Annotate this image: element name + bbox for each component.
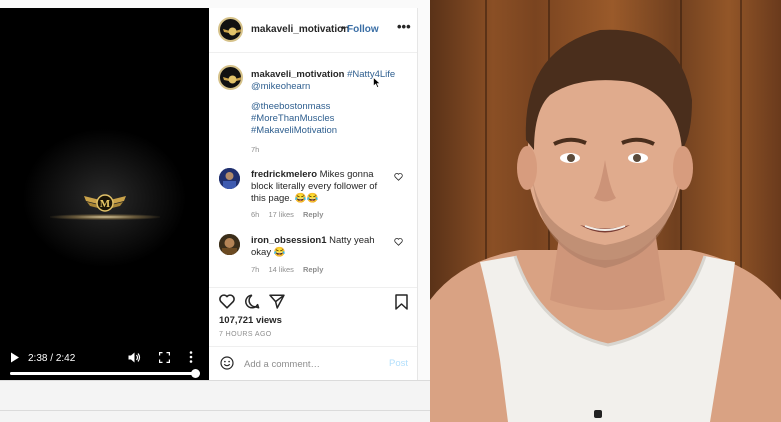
mention-link[interactable]: @mikeohearn <box>251 81 310 92</box>
comment-avatar[interactable] <box>219 234 240 255</box>
video-progress-fill <box>10 372 196 375</box>
makaveli-logo-icon: M <box>84 194 126 212</box>
add-comment-input[interactable] <box>244 357 384 371</box>
reply-button[interactable]: Reply <box>303 210 323 219</box>
user-photo-icon <box>219 168 240 189</box>
caption-username[interactable]: makaveli_motivation <box>251 69 344 80</box>
actions-divider <box>209 287 417 288</box>
comment-avatar[interactable] <box>219 168 240 189</box>
comment-box-divider <box>209 346 417 347</box>
comment-meta: 6h 17 likes Reply <box>251 210 330 219</box>
comment-text-line: block literally every follower of <box>251 181 378 192</box>
svg-text:M: M <box>100 198 111 210</box>
volume-icon[interactable] <box>128 352 141 363</box>
mention-link[interactable]: @theebostonmass <box>251 101 330 112</box>
comment-bubble-icon[interactable] <box>244 294 260 309</box>
video-player[interactable]: M 2:38 / 2:42 <box>0 8 209 380</box>
avatar[interactable] <box>218 17 243 42</box>
comment-likes[interactable]: 17 likes <box>268 210 293 219</box>
comment-heart-icon[interactable] <box>394 173 403 181</box>
caption-avatar[interactable] <box>218 65 243 90</box>
comment-timestamp: 7h <box>251 265 260 274</box>
mouse-cursor-icon <box>373 77 381 88</box>
separator-dot: • <box>341 23 345 34</box>
comment-timestamp: 6h <box>251 210 260 219</box>
fullscreen-icon[interactable] <box>159 352 170 363</box>
reply-button[interactable]: Reply <box>303 265 323 274</box>
video-progress-handle[interactable] <box>191 369 201 378</box>
caption-timestamp: 7h <box>251 145 260 154</box>
comment-heart-icon[interactable] <box>394 238 403 246</box>
comment-text: iron_obsession1 Natty yeah <box>251 235 375 246</box>
view-count[interactable]: 107,721 views <box>219 315 282 326</box>
page-footer-strip <box>0 380 430 422</box>
comment-likes[interactable]: 14 likes <box>268 265 293 274</box>
makaveli-avatar-icon <box>223 75 241 84</box>
makaveli-avatar-icon <box>223 27 241 36</box>
post-author-username[interactable]: makaveli_motivation <box>251 24 349 35</box>
hashtag-link[interactable]: #MakaveliMotivation <box>251 125 337 136</box>
post-comment-button[interactable]: Post <box>389 358 408 369</box>
comment-username[interactable]: fredrickmelero <box>251 169 317 180</box>
more-vertical-icon[interactable] <box>189 351 193 363</box>
hashtag-link[interactable]: #Natty4Life <box>347 69 395 80</box>
share-paper-plane-icon[interactable] <box>269 294 285 309</box>
follow-button[interactable]: Follow <box>347 24 379 35</box>
comment-meta: 7h 14 likes Reply <box>251 265 330 274</box>
footer-divider <box>0 410 430 411</box>
video-time: 2:38 / 2:42 <box>28 353 76 364</box>
comment-text-line: okay 😂 <box>251 247 286 258</box>
post-timestamp: 7 HOURS AGO <box>219 331 272 338</box>
post-panel: makaveli_motivation • Follow ••• makavel… <box>209 8 418 380</box>
person-on-camera-icon <box>430 29 781 422</box>
comment-text-line: this page. 😂😂 <box>251 193 319 204</box>
video-progress-bar[interactable] <box>10 369 201 378</box>
hashtag-link[interactable]: #MoreThanMuscles <box>251 113 334 124</box>
user-photo-icon <box>219 234 240 255</box>
like-heart-icon[interactable] <box>219 294 235 309</box>
play-icon[interactable] <box>10 352 20 363</box>
video-light-flare <box>50 214 160 220</box>
more-options-button[interactable]: ••• <box>397 19 411 34</box>
comment-username[interactable]: iron_obsession1 <box>251 235 327 246</box>
comment-text: fredrickmelero Mikes gonna <box>251 169 374 180</box>
bookmark-icon[interactable] <box>395 294 408 310</box>
header-divider <box>209 52 417 53</box>
emoji-smiley-icon[interactable] <box>220 356 234 370</box>
webcam-video <box>430 0 781 422</box>
